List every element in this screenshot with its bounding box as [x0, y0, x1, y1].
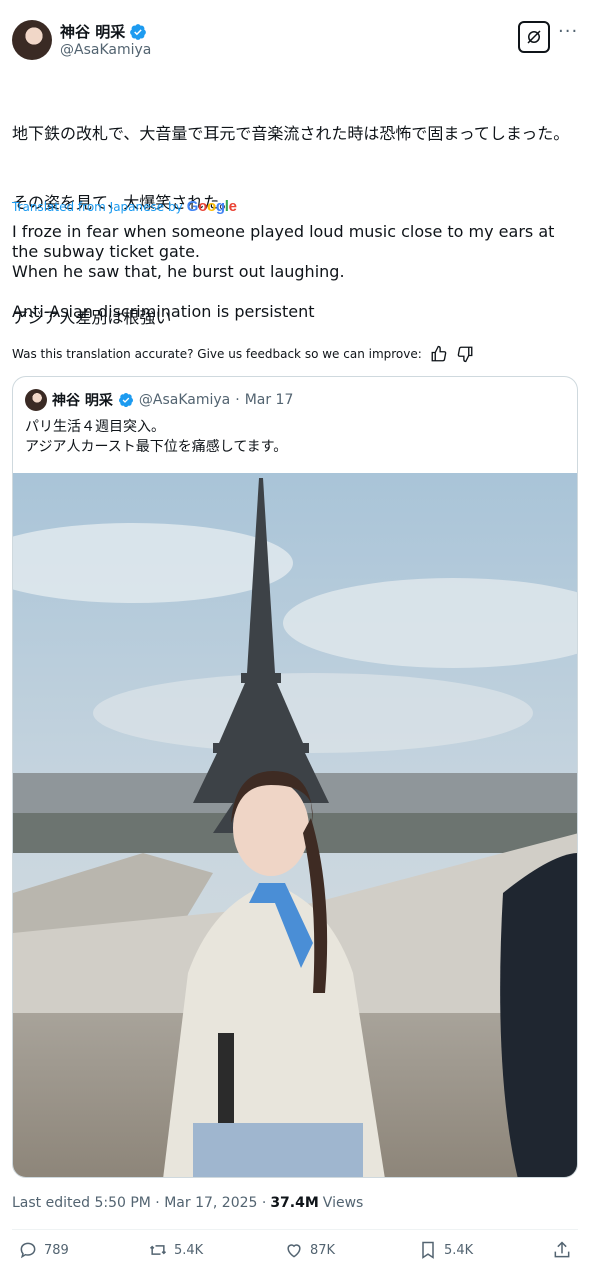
translation-feedback: Was this translation accurate? Give us f…	[12, 345, 474, 363]
edited-timestamp[interactable]: Last edited 5:50 PM · Mar 17, 2025 ·	[12, 1195, 266, 1211]
more-options-icon[interactable]: ···	[558, 23, 578, 45]
quoted-author-avatar	[25, 389, 47, 411]
views-count: 37.4M	[270, 1195, 319, 1211]
repost-icon	[149, 1245, 167, 1255]
like-count: 87K	[310, 1242, 336, 1258]
post-meta: Last edited 5:50 PM · Mar 17, 2025 · 37.…	[12, 1195, 363, 1211]
reply-button[interactable]: 789	[18, 1240, 69, 1260]
quoted-author-name: 神谷 明采	[52, 393, 113, 409]
views-label: Views	[322, 1195, 364, 1211]
share-button[interactable]	[552, 1240, 572, 1260]
translated-line	[12, 282, 578, 302]
quoted-post-date: Mar 17	[244, 392, 294, 408]
quoted-post-header: 神谷 明采 @AsaKamiya · Mar 17	[25, 389, 293, 411]
thumbs-up-icon[interactable]	[430, 345, 448, 363]
share-icon	[554, 1241, 570, 1258]
grok-icon	[527, 30, 541, 44]
bookmark-count: 5.4K	[444, 1242, 474, 1258]
author-avatar[interactable]	[12, 20, 52, 60]
post-actions: 789 5.4K 87K 5.4K	[12, 1240, 578, 1266]
translated-line: Anti-Asian discrimination is persistent	[12, 302, 315, 321]
google-logo: Google	[186, 198, 237, 215]
quoted-post[interactable]: 神谷 明采 @AsaKamiya · Mar 17 パリ生活４週目突入。 アジア…	[12, 376, 578, 1178]
translated-line: When he saw that, he burst out laughing.	[12, 262, 345, 281]
bookmark-icon	[422, 1241, 434, 1259]
divider	[12, 1229, 578, 1230]
post-text-line: 地下鉄の改札で、大音量で耳元で音楽流された時は恐怖で固まってしまった。	[12, 124, 570, 143]
feedback-prompt: Was this translation accurate? Give us f…	[12, 347, 422, 361]
quoted-author-handle: @AsaKamiya	[138, 392, 231, 408]
bookmark-button[interactable]: 5.4K	[418, 1240, 473, 1260]
verified-badge-icon	[118, 393, 133, 408]
thumbs-down-icon[interactable]	[456, 345, 474, 363]
translated-line: I froze in fear when someone played loud…	[12, 222, 555, 261]
post-header: 神谷 明采 @AsaKamiya ···	[12, 20, 578, 64]
like-button[interactable]: 87K	[284, 1240, 335, 1260]
translation-attribution: Translated from Japanese by Google	[12, 198, 237, 215]
grok-button[interactable]	[518, 21, 550, 53]
reply-icon	[20, 1242, 36, 1259]
post-text-translated: I froze in fear when someone played loud…	[12, 222, 578, 322]
repost-button[interactable]: 5.4K	[148, 1240, 203, 1260]
author-name-row: 神谷 明采	[60, 21, 147, 42]
heart-icon	[287, 1244, 301, 1258]
separator: ·	[235, 392, 240, 408]
verified-badge-icon	[130, 23, 147, 40]
quoted-post-text: パリ生活４週目突入。 アジア人カースト最下位を痛感してます。	[25, 419, 288, 455]
reply-count: 789	[44, 1242, 69, 1258]
author-display-name[interactable]: 神谷 明采	[60, 21, 125, 42]
translated-label: Translated from Japanese by	[12, 199, 183, 214]
quoted-post-photo[interactable]	[13, 473, 578, 1178]
author-handle[interactable]: @AsaKamiya	[60, 42, 151, 58]
repost-count: 5.4K	[174, 1242, 204, 1258]
